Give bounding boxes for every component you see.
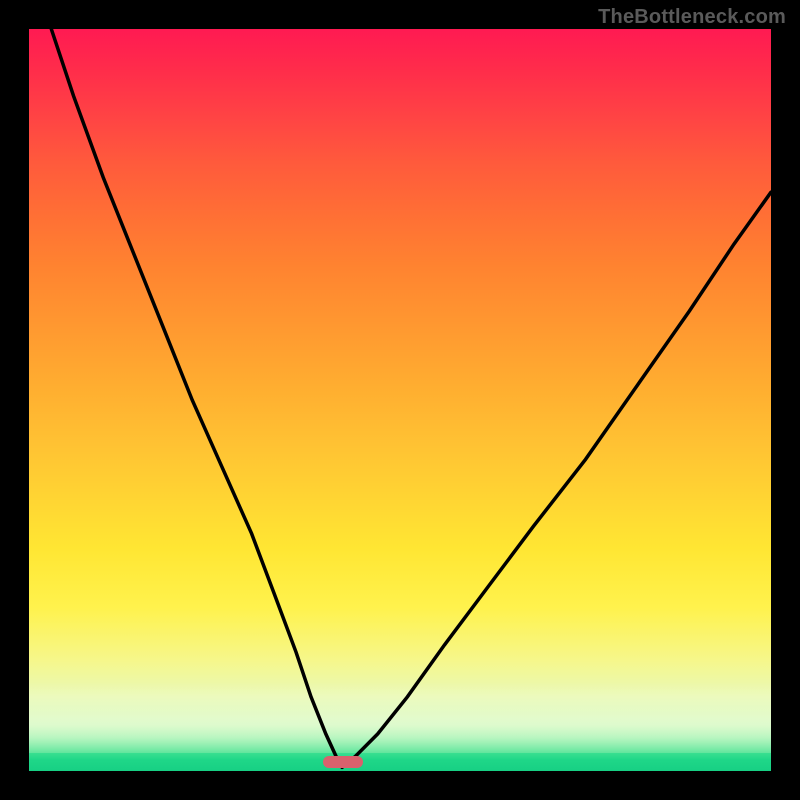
plot-area [29,29,771,771]
bottleneck-curve [29,29,771,771]
watermark-text: TheBottleneck.com [598,6,786,29]
chart-frame: TheBottleneck.com [0,0,800,800]
optimum-marker [323,756,363,768]
